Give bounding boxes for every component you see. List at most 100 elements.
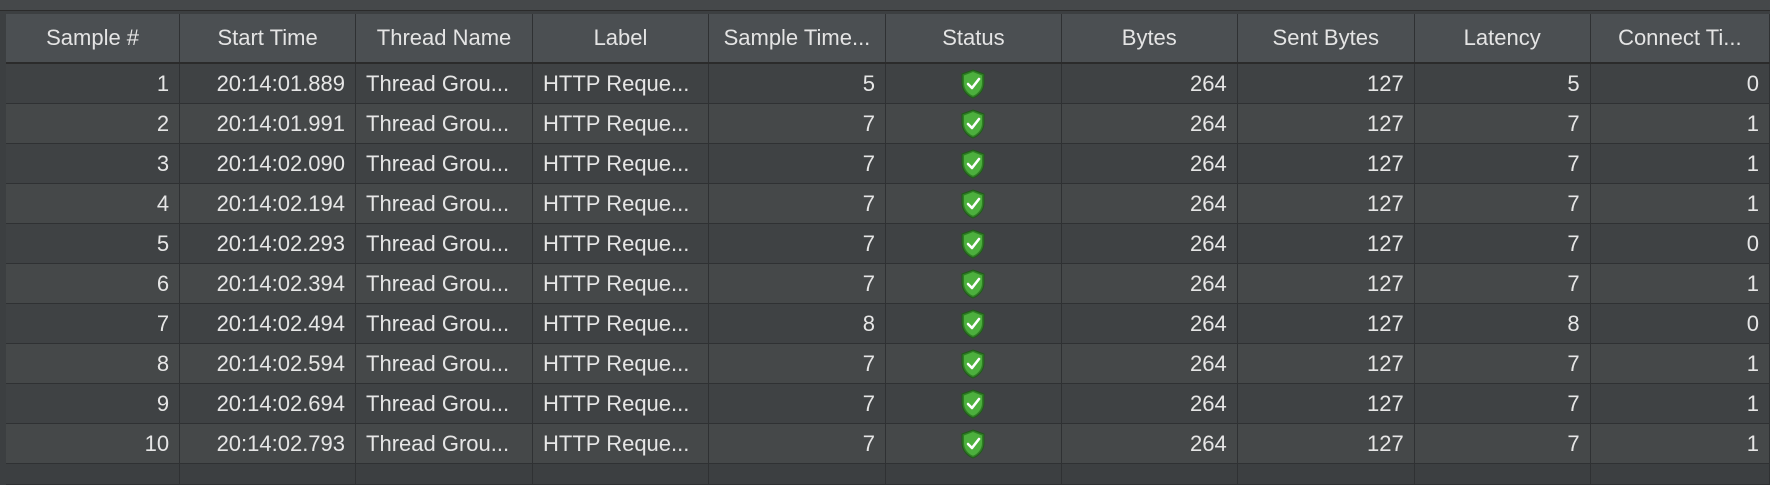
results-table[interactable]: Sample # Start Time Thread Name Label Sa… bbox=[6, 14, 1770, 485]
column-header-label[interactable]: Label bbox=[532, 14, 709, 64]
column-header-latency[interactable]: Latency bbox=[1414, 14, 1591, 64]
column-header-sample-time[interactable]: Sample Time... bbox=[708, 14, 886, 64]
cell-connect-time: 1 bbox=[1590, 183, 1770, 224]
cell-sample-time: 7 bbox=[708, 143, 886, 184]
cell-bytes: 264 bbox=[1061, 223, 1238, 264]
shield-check-icon bbox=[960, 148, 986, 179]
cell-label: HTTP Reque... bbox=[532, 383, 709, 424]
cell-latency: 7 bbox=[1414, 383, 1591, 424]
column-header-bytes[interactable]: Bytes bbox=[1061, 14, 1238, 64]
cell-connect-time: 1 bbox=[1590, 143, 1770, 184]
cell-bytes: 264 bbox=[1061, 263, 1238, 304]
cell-connect-time: 1 bbox=[1590, 343, 1770, 384]
column-header-connect-time[interactable]: Connect Ti... bbox=[1590, 14, 1770, 64]
cell-sent-bytes: 127 bbox=[1237, 263, 1415, 304]
table-filler-row bbox=[6, 463, 1770, 485]
cell-bytes: 264 bbox=[1061, 303, 1238, 344]
table-row[interactable]: 10 20:14:02.793 Thread Grou... HTTP Requ… bbox=[6, 423, 1770, 464]
cell-latency: 7 bbox=[1414, 423, 1591, 464]
table-row[interactable]: 5 20:14:02.293 Thread Grou... HTTP Reque… bbox=[6, 223, 1770, 264]
cell-status bbox=[885, 263, 1062, 304]
cell-sample-number: 7 bbox=[6, 303, 181, 344]
cell-label: HTTP Reque... bbox=[532, 143, 709, 184]
cell-bytes: 264 bbox=[1061, 103, 1238, 144]
cell-label: HTTP Reque... bbox=[532, 423, 709, 464]
cell-start-time: 20:14:02.594 bbox=[179, 343, 357, 384]
cell-connect-time: 1 bbox=[1590, 423, 1770, 464]
cell-label: HTTP Reque... bbox=[532, 263, 709, 304]
table-row[interactable]: 1 20:14:01.889 Thread Grou... HTTP Reque… bbox=[6, 63, 1770, 104]
cell-start-time: 20:14:02.793 bbox=[179, 423, 357, 464]
cell-status bbox=[885, 423, 1062, 464]
cell-thread-name: Thread Grou... bbox=[355, 343, 534, 384]
cell-thread-name: Thread Grou... bbox=[355, 223, 534, 264]
table-row[interactable]: 6 20:14:02.394 Thread Grou... HTTP Reque… bbox=[6, 263, 1770, 304]
cell-start-time: 20:14:02.394 bbox=[179, 263, 357, 304]
cell-connect-time: 1 bbox=[1590, 103, 1770, 144]
cell-sample-time: 7 bbox=[708, 223, 886, 264]
cell-sample-time: 7 bbox=[708, 183, 886, 224]
cell-status bbox=[885, 143, 1062, 184]
shield-check-icon bbox=[960, 388, 986, 419]
cell-label: HTTP Reque... bbox=[532, 63, 709, 104]
cell-label: HTTP Reque... bbox=[532, 303, 709, 344]
cell-latency: 8 bbox=[1414, 303, 1591, 344]
cell-latency: 7 bbox=[1414, 223, 1591, 264]
cell-thread-name: Thread Grou... bbox=[355, 103, 534, 144]
cell-sample-number: 4 bbox=[6, 183, 181, 224]
cell-start-time: 20:14:02.293 bbox=[179, 223, 357, 264]
table-body: 1 20:14:01.889 Thread Grou... HTTP Reque… bbox=[6, 63, 1770, 485]
cell-status bbox=[885, 183, 1062, 224]
top-border bbox=[0, 0, 1770, 11]
results-table-view: Sample # Start Time Thread Name Label Sa… bbox=[0, 0, 1770, 485]
empty-cell bbox=[1590, 463, 1770, 485]
cell-sent-bytes: 127 bbox=[1237, 183, 1415, 224]
cell-bytes: 264 bbox=[1061, 423, 1238, 464]
empty-cell bbox=[6, 463, 181, 485]
cell-latency: 7 bbox=[1414, 183, 1591, 224]
cell-sample-number: 8 bbox=[6, 343, 181, 384]
table-row[interactable]: 8 20:14:02.594 Thread Grou... HTTP Reque… bbox=[6, 343, 1770, 384]
shield-check-icon bbox=[960, 228, 986, 259]
table-row[interactable]: 4 20:14:02.194 Thread Grou... HTTP Reque… bbox=[6, 183, 1770, 224]
cell-status bbox=[885, 223, 1062, 264]
cell-sent-bytes: 127 bbox=[1237, 423, 1415, 464]
cell-sent-bytes: 127 bbox=[1237, 223, 1415, 264]
shield-check-icon bbox=[960, 68, 986, 99]
cell-label: HTTP Reque... bbox=[532, 223, 709, 264]
cell-latency: 7 bbox=[1414, 343, 1591, 384]
cell-thread-name: Thread Grou... bbox=[355, 143, 534, 184]
cell-sent-bytes: 127 bbox=[1237, 303, 1415, 344]
column-header-thread-name[interactable]: Thread Name bbox=[355, 14, 534, 64]
column-header-sent-bytes[interactable]: Sent Bytes bbox=[1237, 14, 1415, 64]
cell-sample-number: 5 bbox=[6, 223, 181, 264]
column-header-sample-number[interactable]: Sample # bbox=[6, 14, 181, 64]
cell-latency: 7 bbox=[1414, 103, 1591, 144]
shield-check-icon bbox=[960, 108, 986, 139]
empty-cell bbox=[1061, 463, 1238, 485]
table-row[interactable]: 9 20:14:02.694 Thread Grou... HTTP Reque… bbox=[6, 383, 1770, 424]
cell-thread-name: Thread Grou... bbox=[355, 63, 534, 104]
cell-sample-time: 7 bbox=[708, 103, 886, 144]
empty-cell bbox=[355, 463, 534, 485]
cell-bytes: 264 bbox=[1061, 343, 1238, 384]
cell-sample-number: 2 bbox=[6, 103, 181, 144]
empty-cell bbox=[532, 463, 709, 485]
cell-sent-bytes: 127 bbox=[1237, 383, 1415, 424]
table-row[interactable]: 7 20:14:02.494 Thread Grou... HTTP Reque… bbox=[6, 303, 1770, 344]
cell-sample-number: 1 bbox=[6, 63, 181, 104]
table-row[interactable]: 3 20:14:02.090 Thread Grou... HTTP Reque… bbox=[6, 143, 1770, 184]
cell-connect-time: 0 bbox=[1590, 223, 1770, 264]
column-header-start-time[interactable]: Start Time bbox=[179, 14, 357, 64]
cell-thread-name: Thread Grou... bbox=[355, 383, 534, 424]
column-header-status[interactable]: Status bbox=[885, 14, 1062, 64]
table-header-row: Sample # Start Time Thread Name Label Sa… bbox=[6, 14, 1770, 64]
cell-thread-name: Thread Grou... bbox=[355, 423, 534, 464]
cell-start-time: 20:14:02.694 bbox=[179, 383, 357, 424]
cell-status bbox=[885, 383, 1062, 424]
empty-cell bbox=[708, 463, 886, 485]
cell-start-time: 20:14:02.494 bbox=[179, 303, 357, 344]
cell-thread-name: Thread Grou... bbox=[355, 263, 534, 304]
cell-start-time: 20:14:01.991 bbox=[179, 103, 357, 144]
table-row[interactable]: 2 20:14:01.991 Thread Grou... HTTP Reque… bbox=[6, 103, 1770, 144]
